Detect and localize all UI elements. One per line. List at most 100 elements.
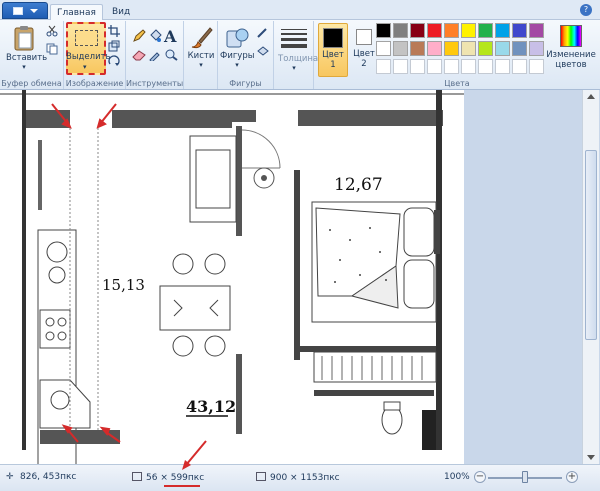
zoom-slider-thumb[interactable] <box>522 471 528 483</box>
group-clipboard: Вставить ▾ Буфер обмена <box>0 21 64 89</box>
color1-swatch <box>323 28 343 48</box>
custom-color-slot[interactable] <box>512 59 527 74</box>
zoom-in-button[interactable]: + <box>566 471 578 483</box>
custom-color-slot[interactable] <box>444 59 459 74</box>
palette-swatch[interactable] <box>512 23 527 38</box>
brush-icon <box>191 27 213 49</box>
group-tools: A Инструменты <box>126 21 184 89</box>
palette-swatch[interactable] <box>512 41 527 56</box>
selection-size: 56 × 599пкс <box>132 472 204 483</box>
copy-icon[interactable] <box>46 43 58 55</box>
outline-icon[interactable] <box>256 27 270 39</box>
ribbon-tab-bar: Главная Вид ? <box>0 0 600 21</box>
crop-icon[interactable] <box>108 25 120 37</box>
palette-swatch[interactable] <box>461 23 476 38</box>
palette-swatch[interactable] <box>410 41 425 56</box>
custom-color-slot[interactable] <box>529 59 544 74</box>
color1-number: 1 <box>330 60 336 70</box>
cursor-position: ✛ 826, 453пкс <box>6 472 76 482</box>
selection-size-underline <box>164 485 200 487</box>
zoom-out-button[interactable]: − <box>474 471 486 483</box>
palette-swatch[interactable] <box>427 41 442 56</box>
color-picker-icon[interactable] <box>148 49 162 61</box>
shapes-group-label: Фигуры <box>229 79 262 88</box>
palette-swatch[interactable] <box>444 23 459 38</box>
shapes-btn-label: Фигуры <box>220 51 255 61</box>
size-button[interactable]: Толщина ▾ <box>278 29 319 72</box>
brushes-button[interactable]: Кисти ▾ <box>186 25 216 69</box>
custom-color-slot[interactable] <box>461 59 476 74</box>
palette-swatch[interactable] <box>376 41 391 56</box>
palette-swatch[interactable] <box>529 41 544 56</box>
selection-size-value: 56 × 599пкс <box>146 473 205 483</box>
edit-colors-label-1: Изменение <box>546 50 596 60</box>
selection-rect-icon <box>75 30 98 46</box>
paint-menu-button[interactable] <box>2 2 48 19</box>
custom-color-slot[interactable] <box>427 59 442 74</box>
edit-colors-label-2: цветов <box>555 60 587 70</box>
image-size: 900 × 1153пкс <box>256 472 340 483</box>
colors-group-label: Цвета <box>444 79 470 88</box>
select-label: Выделить <box>66 52 111 62</box>
vertical-scrollbar[interactable] <box>582 90 599 464</box>
fill-icon[interactable] <box>148 29 162 43</box>
palette-swatch[interactable] <box>478 41 493 56</box>
custom-color-slot[interactable] <box>393 59 408 74</box>
fill-style-icon[interactable] <box>256 45 270 57</box>
help-icon[interactable]: ? <box>580 4 592 16</box>
clipboard-group-label: Буфер обмена <box>1 79 62 88</box>
resize-icon[interactable] <box>108 40 120 52</box>
selection-size-icon <box>132 472 142 481</box>
size-label: Толщина <box>278 54 319 64</box>
custom-color-slot[interactable] <box>376 59 391 74</box>
custom-color-slot[interactable] <box>478 59 493 74</box>
group-brushes: Кисти ▾ <box>184 21 218 89</box>
zoom-level: 100% <box>444 472 470 482</box>
palette-swatch[interactable] <box>461 41 476 56</box>
pencil-icon[interactable] <box>132 29 146 43</box>
room-area-kitchen: 15,13 <box>102 276 145 294</box>
edit-colors-button[interactable]: Изменение цветов <box>546 23 596 70</box>
color2-number: 2 <box>361 59 367 69</box>
image-group-label: Изображение <box>65 79 124 88</box>
tab-home[interactable]: Главная <box>50 4 103 21</box>
palette-swatch[interactable] <box>495 23 510 38</box>
annotation-arrow <box>182 440 207 470</box>
line-size-icon <box>281 29 307 48</box>
custom-color-slot[interactable] <box>410 59 425 74</box>
select-button[interactable]: Выделить ▾ <box>66 22 111 75</box>
palette-swatch[interactable] <box>393 23 408 38</box>
palette-swatch[interactable] <box>495 41 510 56</box>
color2-button[interactable]: Цвет 2 <box>350 23 378 77</box>
palette-swatch[interactable] <box>529 23 544 38</box>
palette-swatch[interactable] <box>376 23 391 38</box>
palette-swatch[interactable] <box>444 41 459 56</box>
cut-icon[interactable] <box>46 25 58 37</box>
paste-button[interactable]: Вставить ▾ <box>6 25 47 71</box>
shapes-button[interactable]: Фигуры ▾ <box>220 25 254 69</box>
canvas-area: 12,67 15,13 43,12 <box>0 90 600 464</box>
tab-view[interactable]: Вид <box>106 4 136 21</box>
palette-swatch[interactable] <box>478 23 493 38</box>
move-cursor-icon: ✛ <box>6 472 14 482</box>
ribbon: Вставить ▾ Буфер обмена Изображение Выде… <box>0 20 600 90</box>
shapes-icon <box>226 28 249 48</box>
image-size-value: 900 × 1153пкс <box>270 473 340 483</box>
color1-button[interactable]: Цвет 1 <box>318 23 348 77</box>
palette-swatch[interactable] <box>393 41 408 56</box>
cursor-position-value: 826, 453пкс <box>20 472 77 482</box>
magnifier-icon[interactable] <box>164 49 178 61</box>
tools-group-label: Инструменты <box>126 79 184 88</box>
palette-swatch[interactable] <box>410 23 425 38</box>
image-size-icon <box>256 472 266 481</box>
palette-swatch[interactable] <box>427 23 442 38</box>
color2-swatch <box>356 29 372 45</box>
brushes-label: Кисти <box>187 51 215 61</box>
color1-label: Цвет <box>322 50 344 60</box>
text-tool-icon[interactable]: A <box>164 27 176 46</box>
group-size: Толщина ▾ <box>274 21 319 89</box>
floorplan-drawing: 12,67 15,13 43,12 <box>0 90 464 464</box>
eraser-icon[interactable] <box>132 49 146 61</box>
image-canvas[interactable]: 12,67 15,13 43,12 <box>0 90 464 464</box>
custom-color-slot[interactable] <box>495 59 510 74</box>
